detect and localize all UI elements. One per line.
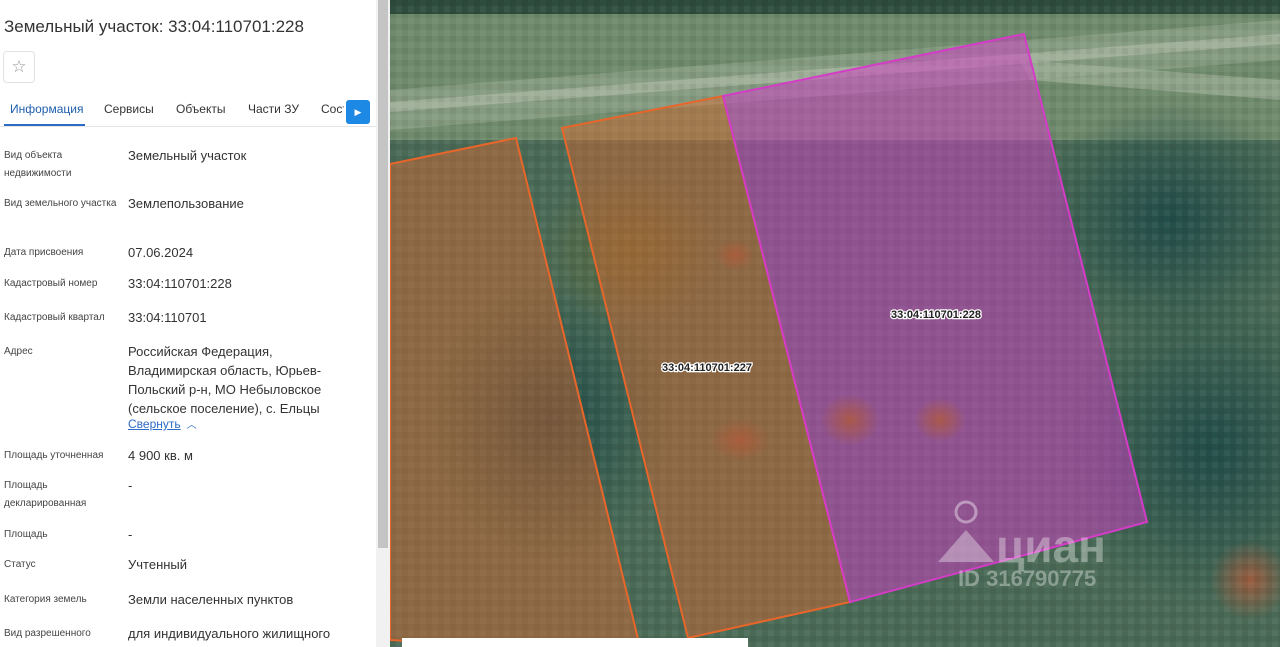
info-panel: Земельный участок: 33:04:110701:228 ☆ Ин…	[0, 0, 376, 647]
parcel-227-label: 33:04:110701:227	[662, 362, 752, 374]
map-bottom-bar	[402, 638, 748, 647]
field-label-parcel-type: Вид земельного участка	[4, 198, 117, 209]
field-label-object-type: Вид объекта недвижимости	[4, 150, 72, 179]
field-label-cadastral-quarter: Кадастровый квартал	[4, 312, 105, 323]
field-value-area-specified: 4 900 кв. м	[128, 448, 193, 463]
field-value-land-category: Земли населенных пунктов	[128, 592, 294, 607]
field-value-area: -	[128, 527, 133, 542]
field-value-parcel-type: Землепользование	[128, 196, 244, 211]
field-value-address: Российская Федерация, Владимирская облас…	[128, 344, 322, 416]
field-value-permitted-use: для индивидуального жилищного	[128, 626, 331, 641]
field-label-address: Адрес	[4, 346, 33, 357]
collapse-label: Свернуть	[128, 417, 181, 431]
chevron-up-icon: ︿	[186, 420, 197, 431]
shrub-patch	[820, 394, 880, 446]
tab-services[interactable]: Сервисы	[104, 102, 154, 116]
shrub-patch	[710, 418, 770, 462]
field-value-assignment-date: 07.06.2024	[128, 245, 194, 260]
active-tab-indicator	[4, 124, 85, 126]
tab-information[interactable]: Информация	[10, 102, 83, 116]
star-icon: ☆	[11, 57, 27, 76]
field-value-status: Учтенный	[128, 557, 188, 572]
scrollbar-thumb[interactable]	[378, 0, 388, 548]
field-value-object-type: Земельный участок	[128, 148, 247, 163]
field-label-area: Площадь	[4, 529, 48, 540]
chevron-right-icon: ▶	[354, 106, 362, 117]
collapse-link[interactable]: Свернуть ︿	[128, 416, 197, 431]
shrub-patch	[914, 398, 966, 442]
tab-composition[interactable]: Сост	[321, 102, 348, 116]
field-label-land-category: Категория земель	[4, 594, 87, 605]
field-label-permitted-use: Вид разрешенного	[4, 628, 91, 639]
tabs-scroll-right-button[interactable]: ▶	[346, 100, 370, 124]
field-label-cadastral-number: Кадастровый номер	[4, 278, 98, 289]
watermark-brand: циан	[996, 520, 1106, 572]
tab-parcel-parts[interactable]: Части ЗУ	[248, 102, 299, 116]
tab-bar: Информация Сервисы Объекты Части ЗУ Сост	[0, 95, 376, 127]
field-label-assignment-date: Дата присвоения	[4, 247, 84, 258]
field-value-cadastral-number: 33:04:110701:228	[128, 276, 232, 291]
watermark-id: ID 316790775	[958, 566, 1096, 591]
panel-scrollbar[interactable]	[376, 0, 390, 647]
field-value-cadastral-quarter: 33:04:110701	[128, 310, 207, 325]
shrub-patch	[715, 239, 755, 271]
field-label-area-declared: Площадь декларированная	[4, 480, 87, 509]
favorite-button[interactable]: ☆	[3, 51, 35, 83]
parcel-228-label: 33:04:110701:228	[891, 309, 981, 321]
field-value-area-declared: -	[128, 478, 133, 493]
satellite-map[interactable]: 33:04:110701:227 33:04:110701:228 циан I…	[390, 0, 1280, 647]
page-title: Земельный участок: 33:04:110701:228	[4, 17, 304, 36]
tab-objects[interactable]: Объекты	[176, 102, 226, 116]
field-label-area-specified: Площадь уточненная	[4, 450, 104, 461]
field-label-status: Статус	[4, 559, 36, 570]
map-view[interactable]: 33:04:110701:227 33:04:110701:228 циан I…	[390, 0, 1280, 647]
